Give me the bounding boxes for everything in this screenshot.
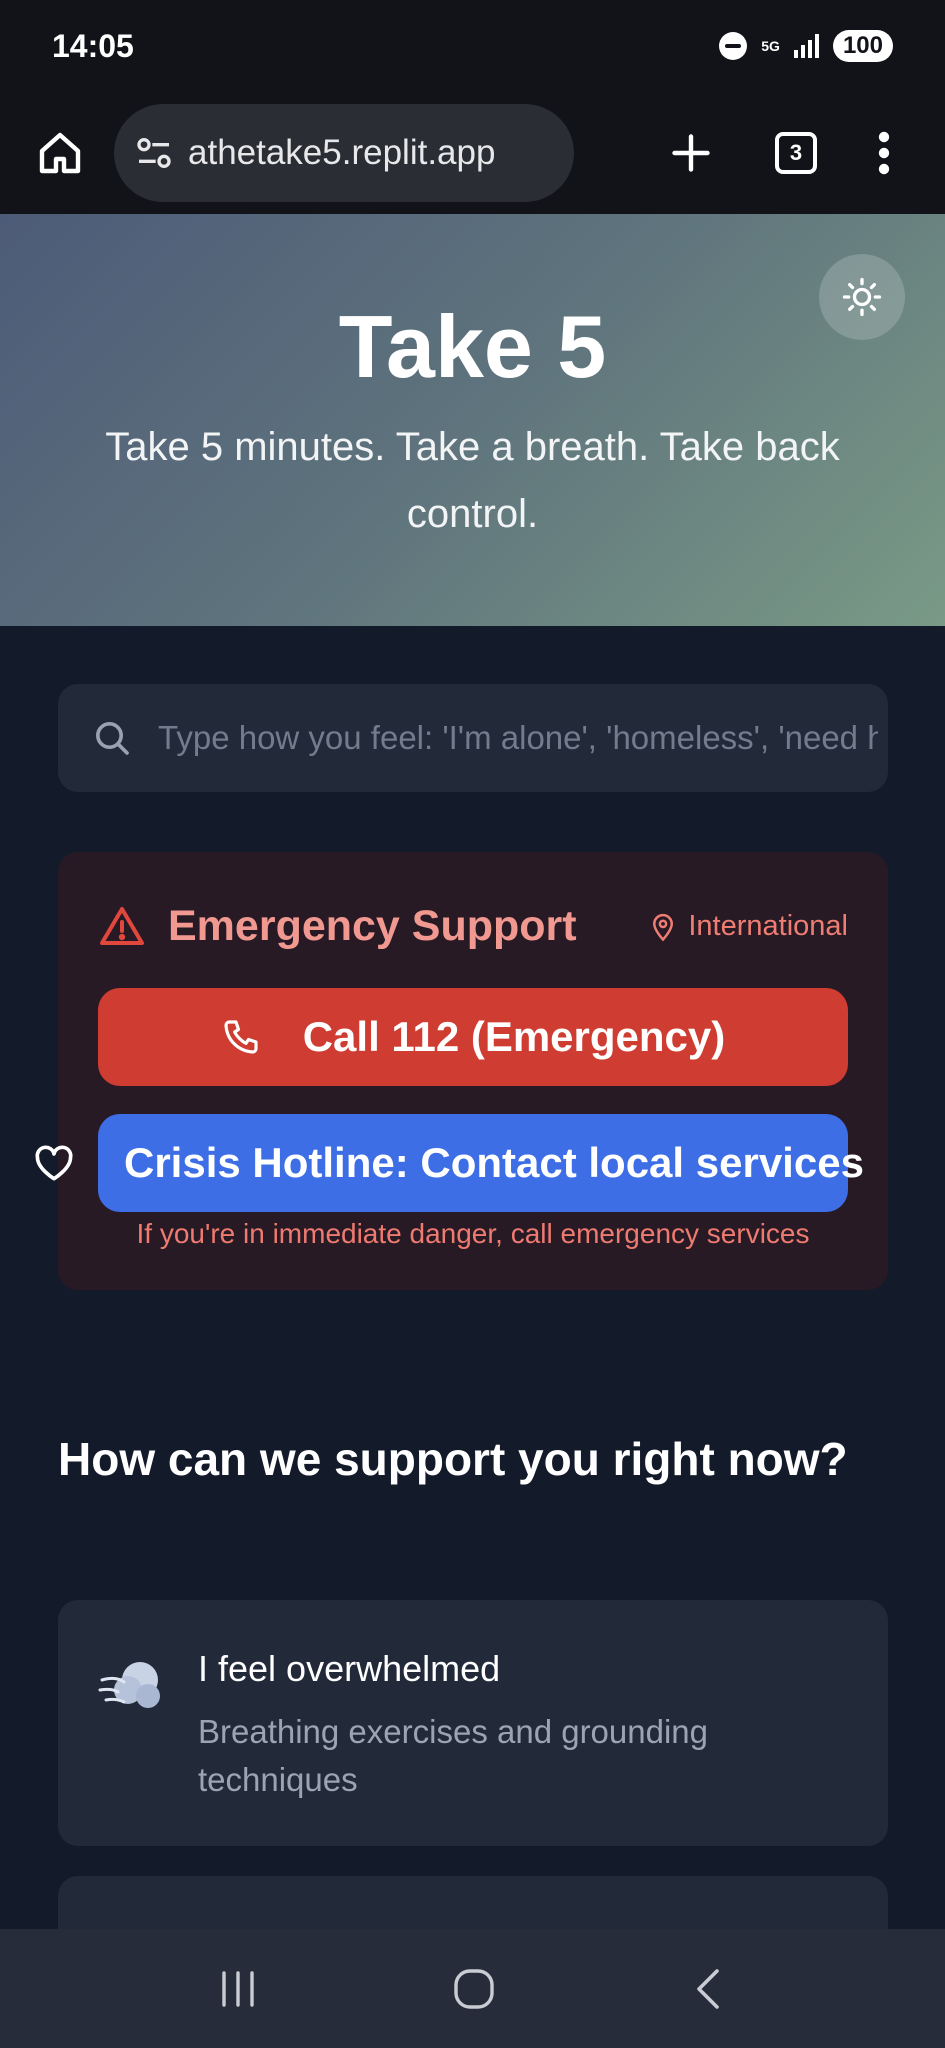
emergency-support-card: Emergency Support International Call 112…	[58, 852, 888, 1290]
recent-apps-icon[interactable]	[216, 1969, 260, 2009]
wind-face-icon	[98, 1662, 160, 1708]
new-tab-icon[interactable]	[659, 121, 723, 185]
favorite-heart-button[interactable]	[32, 1142, 76, 1191]
call-emergency-label: Call 112 (Emergency)	[302, 1013, 726, 1060]
support-section-title: How can we support you right now?	[58, 1433, 848, 1485]
more-menu-icon[interactable]	[869, 121, 899, 185]
battery-icon: 100	[832, 30, 893, 62]
location-indicator: International	[648, 910, 848, 943]
page-title: Take 5	[338, 297, 607, 396]
option-description: Breathing exercises and grounding techni…	[198, 1713, 709, 1798]
status-bar: 14:05 5G 100	[0, 0, 945, 92]
crisis-hotline-label: Crisis Hotline: Contact local services	[124, 1139, 864, 1186]
option-title: I feel overwhelmed	[198, 1648, 501, 1689]
network-type-icon: 5G	[761, 38, 780, 54]
site-settings-icon[interactable]	[134, 133, 174, 173]
search-icon	[96, 722, 129, 755]
emergency-header: Emergency Support	[98, 902, 577, 951]
call-emergency-button[interactable]: Call 112 (Emergency)	[98, 988, 848, 1086]
emergency-title: Emergency Support	[168, 902, 577, 950]
url-text[interactable]: athetake5.replit.app	[188, 133, 495, 173]
phone-icon	[224, 1020, 258, 1054]
do-not-disturb-icon	[719, 32, 748, 60]
warning-icon	[100, 906, 144, 945]
address-bar[interactable]: athetake5.replit.app	[114, 104, 574, 202]
emergency-note: If you're in immediate danger, call emer…	[136, 1218, 810, 1249]
browser-toolbar: athetake5.replit.app 3	[0, 92, 945, 214]
status-time: 14:05	[52, 27, 134, 64]
crisis-hotline-button[interactable]: Crisis Hotline: Contact local services	[98, 1114, 864, 1212]
feelings-search-input[interactable]	[158, 719, 878, 757]
main-content: Emergency Support International Call 112…	[0, 626, 945, 1996]
signal-icon	[793, 34, 819, 58]
location-label: International	[688, 910, 848, 942]
status-icons: 5G 100	[719, 30, 893, 62]
system-navigation-bar	[0, 1929, 945, 2048]
search-bar[interactable]	[58, 684, 888, 792]
home-icon[interactable]	[28, 121, 92, 185]
back-icon[interactable]	[689, 1967, 729, 2011]
tab-switcher-button[interactable]: 3	[775, 132, 817, 174]
page-subtitle: Take 5 minutes. Take a breath. Take back…	[105, 425, 840, 536]
home-nav-icon[interactable]	[451, 1966, 497, 2012]
option-card-overwhelmed[interactable]: I feel overwhelmed Breathing exercises a…	[58, 1600, 888, 1846]
hero-banner: Take 5 Take 5 minutes. Take a breath. Ta…	[0, 214, 945, 626]
map-pin-icon	[653, 913, 674, 941]
heart-icon	[35, 1145, 73, 1181]
